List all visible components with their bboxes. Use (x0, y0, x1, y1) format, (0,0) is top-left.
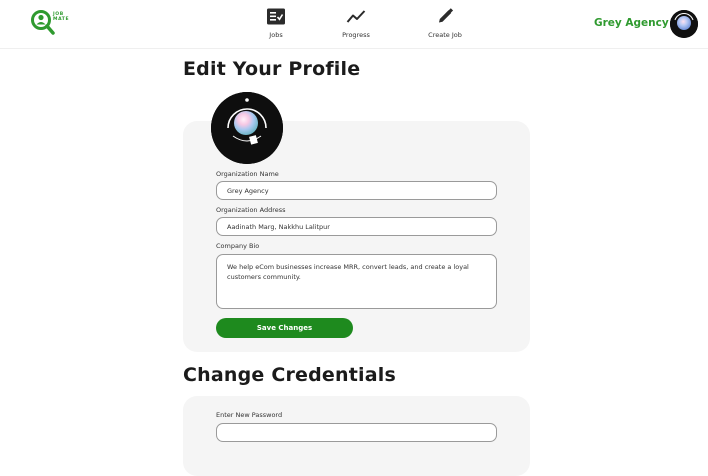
top-nav-bar: JOB MATE Jobs Progress Create Job Grey A… (0, 0, 708, 49)
nav-jobs[interactable]: Jobs (241, 6, 311, 44)
org-name-header: Grey Agency (594, 17, 669, 29)
logo-text: JOB MATE (53, 12, 69, 22)
avatar-image (670, 10, 698, 38)
logo-text-line2: MATE (53, 17, 70, 22)
profile-avatar[interactable] (211, 92, 283, 164)
org-name-input[interactable] (216, 181, 497, 200)
jobmate-logo[interactable]: JOB MATE (30, 9, 90, 37)
nav-create-job[interactable]: Create Job (410, 6, 480, 44)
trend-line-icon (346, 10, 366, 23)
edit-profile-title: Edit Your Profile (183, 58, 361, 80)
change-credentials-title: Change Credentials (183, 364, 396, 386)
save-changes-button[interactable]: Save Changes (216, 318, 353, 338)
nav-jobs-label: Jobs (269, 31, 283, 39)
new-password-input[interactable] (216, 423, 497, 442)
company-bio-textarea[interactable]: We help eCom businesses increase MRR, co… (216, 254, 497, 309)
company-bio-label: Company Bio (216, 242, 260, 250)
nav-progress-label: Progress (342, 31, 370, 39)
nav-create-job-label: Create Job (428, 31, 462, 39)
user-avatar[interactable] (670, 10, 698, 38)
org-name-label: Organization Name (216, 170, 279, 178)
pencil-icon (439, 8, 454, 23)
list-check-icon (267, 8, 285, 25)
profile-avatar-image (211, 92, 283, 164)
org-address-label: Organization Address (216, 206, 286, 214)
org-address-input[interactable] (216, 217, 497, 236)
nav-progress[interactable]: Progress (321, 6, 391, 44)
new-password-label: Enter New Password (216, 411, 283, 419)
